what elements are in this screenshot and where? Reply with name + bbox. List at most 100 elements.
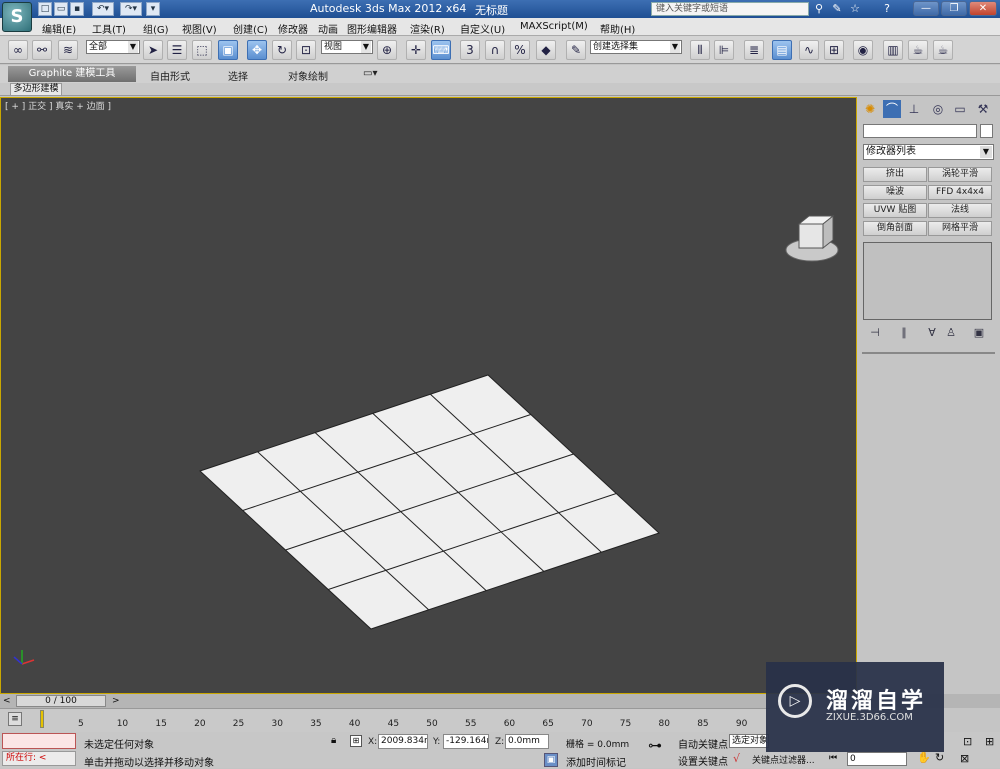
select-and-rotate-icon[interactable]: ↻ [272,40,292,60]
modifier-turbosmooth-button[interactable]: 涡轮平滑 [928,167,992,182]
modifier-noise-button[interactable]: 噪波 [863,185,927,200]
bind-space-warp-icon[interactable]: ≋ [58,40,78,60]
pin-stack-icon[interactable]: ⊣ [868,326,882,340]
auto-key-button[interactable]: 自动关键点 [678,736,728,751]
set-key-icon[interactable]: ⊶ [648,738,662,754]
redo-icon[interactable]: ↷▾ [120,2,142,16]
material-editor-icon[interactable]: ◉ [853,40,873,60]
modifier-extrude-button[interactable]: 挤出 [863,167,927,182]
menu-tools[interactable]: 工具(T) [92,21,126,36]
track-bar[interactable] [0,708,770,732]
add-time-tag-button[interactable]: 添加时间标记 [566,754,626,769]
select-and-manipulate-icon[interactable]: ✛ [406,40,426,60]
prev-frame-icon[interactable]: < [3,696,11,706]
communication-center-icon[interactable]: ✎ [830,2,844,16]
restore-button[interactable]: ❐ [941,1,967,16]
hierarchy-tab-icon[interactable]: ⊥ [905,100,923,118]
schematic-view-icon[interactable]: ⊞ [824,40,844,60]
menu-edit[interactable]: 编辑(E) [42,21,76,36]
modifier-uvw-map-button[interactable]: UVW 贴图 [863,203,927,218]
search-input[interactable]: 键入关键字或短语 [651,2,809,16]
menu-animation[interactable]: 动画 [318,21,338,36]
maxscript-listener[interactable] [2,733,76,749]
pivot-point-center-icon[interactable]: ⊕ [377,40,397,60]
render-production-icon[interactable]: ☕ [933,40,953,60]
current-frame-field[interactable]: 0 [847,752,907,766]
layer-manager-icon[interactable]: ≣ [744,40,764,60]
menu-maxscript[interactable]: MAXScript(M) [520,21,588,32]
undo-icon[interactable]: ↶▾ [92,2,114,16]
keyboard-shortcut-override-icon[interactable]: ⌨ [431,40,451,60]
zoom-all-icon[interactable]: ⊞ [985,735,994,748]
utilities-tab-icon[interactable]: ⚒ [974,100,992,118]
object-name-field[interactable] [863,124,977,138]
show-end-result-icon[interactable]: ∥ [897,326,911,340]
rendered-frame-window-icon[interactable]: ☕ [908,40,928,60]
open-file-icon[interactable]: ▭ [54,2,68,16]
key-filter-icon[interactable]: √ [733,752,740,765]
time-slider[interactable]: 0 / 100 [16,695,106,707]
quick-access-dropdown-icon[interactable]: ▾ [146,2,160,16]
tab-graphite-modeling[interactable]: Graphite 建模工具 [8,66,136,82]
curve-editor-icon[interactable]: ∿ [799,40,819,60]
select-object-icon[interactable]: ➤ [143,40,163,60]
mini-curve-editor-icon[interactable]: ≡ [8,712,22,726]
rectangular-selection-icon[interactable]: ⬚ [192,40,212,60]
minimize-button[interactable]: — [913,1,939,16]
pan-hand-icon[interactable]: ✋ [917,751,931,764]
selection-filter-dropdown[interactable]: 全部 ▼ [86,40,140,54]
modifier-stack[interactable] [863,242,992,320]
go-to-start-icon[interactable]: ⏮ [829,753,837,763]
configure-sets-icon[interactable]: ▣ [972,326,986,340]
mirror-icon[interactable]: ⫴ [690,40,710,60]
menu-group[interactable]: 组(G) [143,21,169,36]
unlink-icon[interactable]: ⚯ [32,40,52,60]
spinner-snap-icon[interactable]: ◆ [536,40,556,60]
x-coordinate-field[interactable]: 2009.834m [378,734,428,749]
ribbon-options-icon[interactable]: ▭▾ [363,68,377,79]
angle-snap-icon[interactable]: ∩ [485,40,505,60]
current-frame-marker[interactable] [40,710,44,728]
tab-selection[interactable]: 选择 [228,68,248,83]
modifier-ffd-button[interactable]: FFD 4x4x4 [928,185,992,200]
link-icon[interactable]: ∞ [8,40,28,60]
object-color-swatch[interactable] [980,124,993,138]
tab-object-paint[interactable]: 对象绘制 [288,68,328,83]
motion-tab-icon[interactable]: ◎ [929,100,947,118]
menu-views[interactable]: 视图(V) [182,21,217,36]
zoom-extents-icon[interactable]: ⊡ [963,735,972,748]
set-key-button[interactable]: 设置关键点 [678,753,728,768]
graphite-toggle-icon[interactable]: ▤ [772,40,792,60]
modifier-bevel-profile-button[interactable]: 倒角剖面 [863,221,927,236]
edit-named-selection-icon[interactable]: ✎ [566,40,586,60]
maximize-viewport-icon[interactable]: ⊠ [960,752,969,765]
render-setup-icon[interactable]: ▥ [883,40,903,60]
select-by-name-icon[interactable]: ☰ [167,40,187,60]
save-icon[interactable]: ▪ [70,2,84,16]
key-filters-button[interactable]: 关键点过滤器... [752,753,815,766]
lock-selection-icon[interactable]: 🔒︎ [331,735,336,746]
display-tab-icon[interactable]: ▭ [951,100,969,118]
align-icon[interactable]: ⊫ [714,40,734,60]
favorites-star-icon[interactable]: ☆ [848,2,862,16]
help-icon[interactable]: ? [876,2,898,16]
next-frame-icon[interactable]: > [112,696,120,706]
z-coordinate-field[interactable]: 0.0mm [505,734,549,749]
remove-modifier-icon[interactable]: ♙ [944,326,958,340]
create-tab-icon[interactable]: ✺ [861,100,879,118]
search-icon[interactable]: ⚲ [812,2,826,16]
modify-tab-icon[interactable]: ⌒ [883,100,901,118]
new-file-icon[interactable]: □ [38,2,52,16]
percent-snap-icon[interactable]: % [510,40,530,60]
snaps-toggle-icon[interactable]: 3 [460,40,480,60]
menu-modifiers[interactable]: 修改器 [278,21,308,36]
orbit-icon[interactable]: ↻ [935,751,944,764]
make-unique-icon[interactable]: ∀ [925,326,939,340]
named-selection-sets-dropdown[interactable]: 创建选择集 ▼ [590,40,682,54]
reference-coordinate-dropdown[interactable]: 视图 ▼ [321,40,373,54]
modifier-normal-button[interactable]: 法线 [928,203,992,218]
menu-create[interactable]: 创建(C) [233,21,268,36]
time-tag-icon[interactable]: ▣ [544,753,558,767]
select-and-scale-icon[interactable]: ⊡ [296,40,316,60]
tab-freeform[interactable]: 自由形式 [150,68,190,83]
